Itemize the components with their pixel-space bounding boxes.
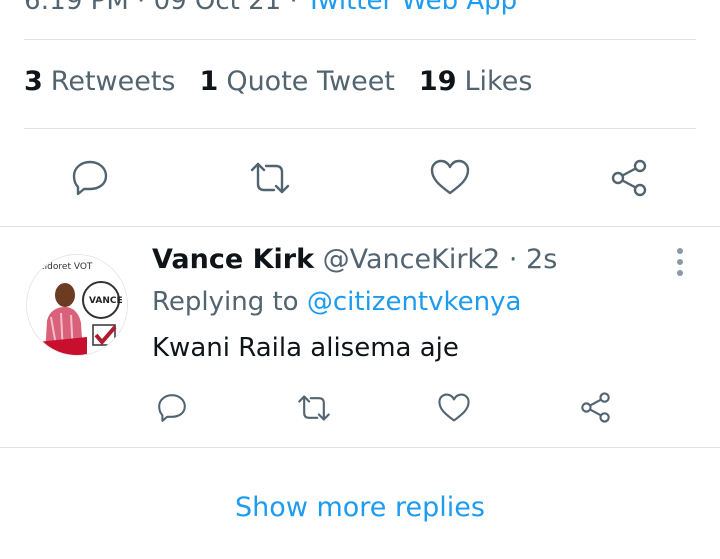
tweet-stats: 3 Retweets 1 Quote Tweet 19 Likes (24, 66, 556, 97)
heart-icon[interactable] (437, 392, 471, 423)
reply-icon[interactable] (70, 158, 110, 198)
retweet-icon[interactable] (248, 160, 292, 196)
divider (24, 128, 696, 129)
share-icon[interactable] (579, 391, 612, 424)
svg-text:Eldoret VOT: Eldoret VOT (39, 262, 93, 272)
replying-mention[interactable]: @citizentvkenya (307, 287, 522, 317)
reply-header: Vance Kirk @VanceKirk2 · 2s (152, 244, 557, 275)
share-icon[interactable] (609, 158, 649, 198)
divider (0, 226, 720, 227)
reply-text: Kwani Raila alisema aje (152, 333, 459, 363)
replying-to-line: Replying to @citizentvkenya (152, 287, 521, 317)
meta-separator: · (137, 0, 146, 16)
replying-prefix: Replying to (152, 287, 299, 317)
avatar[interactable]: Eldoret VOT VANCE (26, 254, 128, 356)
reply-icon[interactable] (156, 392, 188, 424)
retweet-icon[interactable] (296, 393, 332, 423)
tweet-meta-line: 6:19 PM · 09 Oct 21 · Twitter Web App (24, 0, 517, 16)
tweet-date: 09 Oct 21 (153, 0, 282, 16)
more-options-icon[interactable] (670, 246, 690, 278)
tweet-source-link[interactable]: Twitter Web App (306, 0, 517, 16)
quote-tweets-stat[interactable]: 1 Quote Tweet (200, 66, 395, 97)
show-more-replies-link[interactable]: Show more replies (0, 492, 720, 523)
svg-text:VANCE: VANCE (89, 296, 123, 306)
divider (24, 39, 696, 40)
time-separator: · (508, 244, 518, 275)
reply-time[interactable]: 2s (526, 244, 557, 275)
author-name[interactable]: Vance Kirk (152, 244, 314, 275)
heart-icon[interactable] (429, 158, 471, 196)
retweets-stat[interactable]: 3 Retweets (24, 66, 176, 97)
likes-stat[interactable]: 19 Likes (419, 66, 532, 97)
tweet-time: 6:19 PM (24, 0, 129, 16)
divider (0, 447, 720, 448)
author-handle[interactable]: @VanceKirk2 (323, 244, 501, 275)
